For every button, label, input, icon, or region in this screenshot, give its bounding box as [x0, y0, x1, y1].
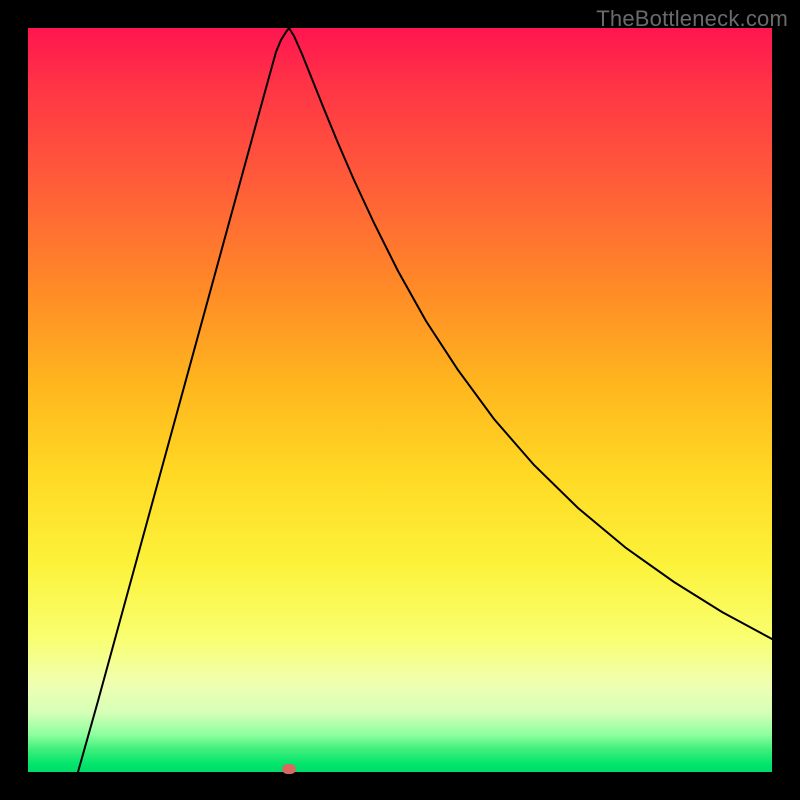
plot-area — [28, 28, 772, 772]
watermark-text: TheBottleneck.com — [596, 6, 788, 32]
bottleneck-curve — [28, 28, 772, 772]
min-marker — [282, 764, 296, 774]
